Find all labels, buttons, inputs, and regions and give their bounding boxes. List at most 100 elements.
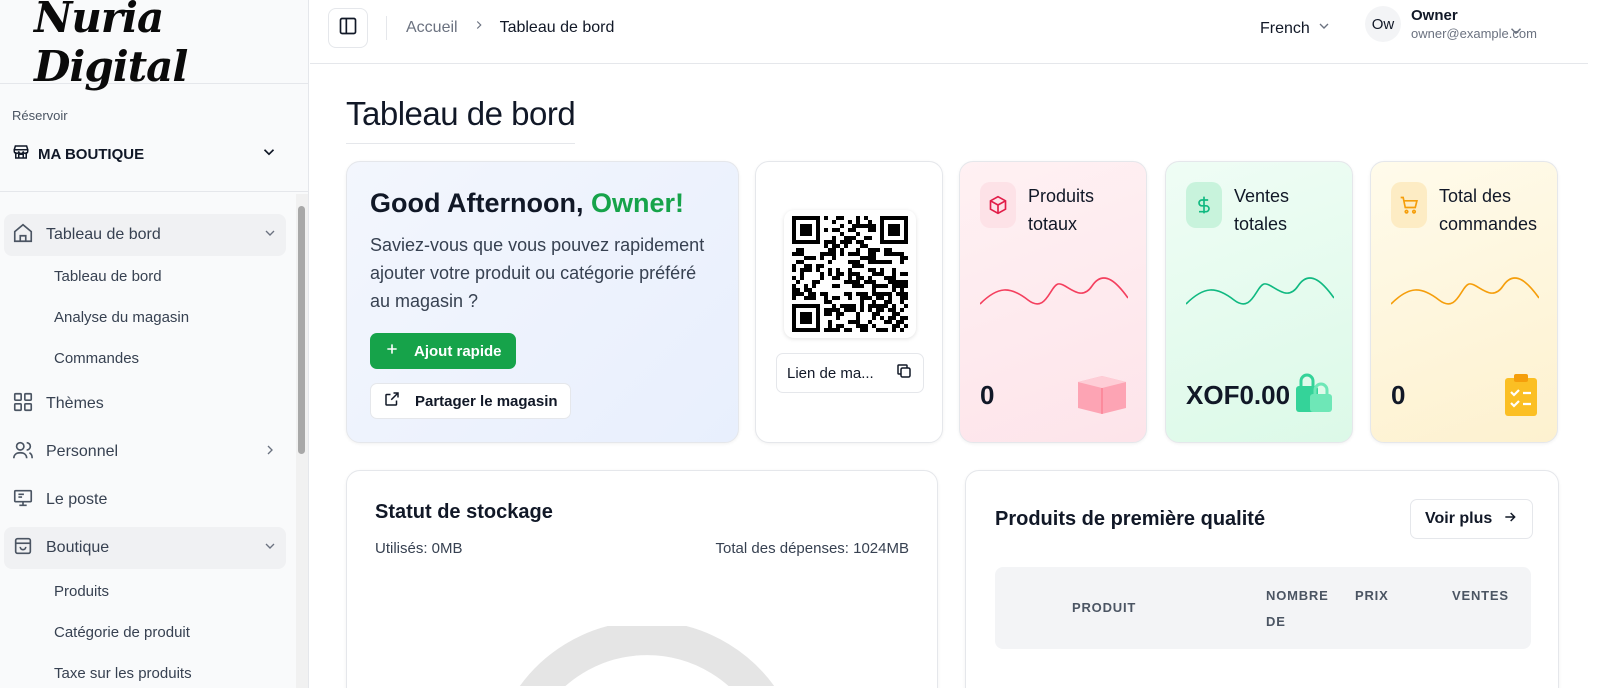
external-link-icon [383, 390, 401, 412]
sidebar-item-label: Le poste [46, 491, 108, 508]
cube-icon [980, 182, 1016, 228]
stat-card-total-products: Produits totaux 0 [959, 161, 1147, 443]
sidebar-subitem-dashboard[interactable]: Tableau de bord [0, 256, 296, 297]
column-header-quantity: NOMBRE DE [1266, 588, 1329, 629]
greeting-text: Good Afternoon, [370, 188, 584, 218]
stat-label: Ventes totales [1234, 186, 1290, 234]
panel-left-icon [338, 16, 358, 41]
sidebar-item-label: Thèmes [46, 395, 104, 412]
shopping-bags-icon [1294, 372, 1334, 419]
column-header-product: PRODUIT [1072, 600, 1137, 615]
sidebar-item-label: Boutique [46, 539, 110, 556]
home-icon [12, 222, 34, 249]
breadcrumb-current: Tableau de bord [499, 18, 615, 36]
store-dropdown[interactable]: MA BOUTIQUE [12, 143, 296, 166]
breadcrumb: Accueil Tableau de bord [406, 18, 614, 37]
stat-value: 0 [1391, 380, 1406, 410]
qr-card: Lien de ma... [755, 161, 943, 443]
shop-icon [12, 535, 34, 562]
sidebar-item-shop[interactable]: Boutique [4, 527, 286, 569]
column-header-sales: VENTES [1452, 588, 1509, 603]
page-title: Tableau de bord [346, 95, 576, 144]
chevron-down-icon [1316, 18, 1332, 39]
sidebar-subitem-orders[interactable]: Commandes [0, 338, 296, 379]
quick-add-button[interactable]: Ajout rapide [370, 333, 516, 369]
sparkline [1391, 277, 1539, 305]
storage-gauge [519, 626, 775, 686]
sidebar-item-label: Tableau de bord [46, 226, 161, 243]
greeting-name: Owner! [590, 188, 684, 218]
avatar: Ow [1365, 6, 1401, 42]
grid-icon [12, 391, 34, 418]
qr-code [784, 210, 916, 338]
sidebar-nav: Tableau de bord Tableau de bord Analyse … [0, 194, 296, 688]
language-label: French [1260, 19, 1310, 37]
premium-products-card: Produits de première qualité Voir plus P… [965, 470, 1559, 688]
pos-terminal-icon [12, 487, 34, 514]
chevron-right-icon [262, 442, 278, 463]
quick-add-label: Ajout rapide [414, 342, 502, 360]
column-header-price: PRIX [1355, 588, 1389, 603]
stat-card-total-sales: Ventes totales XOF0.00 [1165, 161, 1353, 443]
cart-icon [1391, 182, 1427, 228]
sparkline [980, 277, 1128, 305]
chevron-down-icon [260, 143, 278, 166]
sidebar-item-pos[interactable]: Le poste [4, 479, 286, 521]
logo[interactable]: Nuria Digital [0, 0, 308, 91]
topbar: Accueil Tableau de bord French Ow Owner … [310, 0, 1600, 64]
store-link-label: Lien de ma... [787, 364, 874, 382]
sidebar-item-label: Personnel [46, 443, 119, 460]
stat-value: 0 [980, 380, 995, 410]
see-more-label: Voir plus [1425, 510, 1493, 527]
arrow-right-icon [1502, 509, 1518, 530]
page-scrollbar[interactable] [1588, 0, 1600, 688]
logo-text: Nuria Digital [34, 0, 188, 91]
store-icon [12, 143, 30, 166]
sidebar-toggle-button[interactable] [328, 8, 368, 48]
chevron-down-icon[interactable] [1507, 22, 1525, 45]
see-more-button[interactable]: Voir plus [1410, 499, 1534, 539]
stat-label: Total des commandes [1439, 186, 1538, 234]
products-title: Produits de première qualité [995, 508, 1266, 530]
stat-label: Produits totaux [1028, 186, 1095, 234]
sidebar-item-themes[interactable]: Thèmes [4, 383, 286, 425]
sidebar-subitem-products[interactable]: Produits [0, 571, 296, 612]
storage-used: Utilisés: 0MB [375, 540, 463, 557]
plus-icon [384, 341, 400, 361]
divider [386, 16, 387, 40]
stat-value: XOF0.00 [1186, 380, 1291, 410]
sidebar-subitem-store-analysis[interactable]: Analyse du magasin [0, 297, 296, 338]
language-selector[interactable]: French [1260, 18, 1332, 39]
sidebar-subitem-product-tax[interactable]: Taxe sur les produits [0, 653, 296, 688]
chevron-down-icon [262, 225, 278, 246]
storage-status-card: Statut de stockage Utilisés: 0MB Total d… [346, 470, 938, 688]
sidebar-subitem-product-category[interactable]: Catégorie de produit [0, 612, 296, 653]
dollar-icon [1186, 182, 1222, 228]
storage-total: Total des dépenses: 1024MB [715, 540, 909, 557]
store-caption: Réservoir [12, 108, 68, 123]
chevron-right-icon [472, 18, 486, 37]
greeting: Good Afternoon, Owner! [370, 188, 715, 219]
share-store-button[interactable]: Partager le magasin [370, 383, 571, 419]
store-selector: Réservoir MA BOUTIQUE [0, 84, 308, 192]
sidebar-scrollbar-thumb[interactable] [298, 206, 305, 454]
store-name: MA BOUTIQUE [38, 146, 145, 163]
welcome-text: Saviez-vous que vous pouvez rapidement a… [370, 235, 705, 311]
sidebar-item-dashboard[interactable]: Tableau de bord [4, 214, 286, 256]
share-store-label: Partager le magasin [415, 392, 558, 410]
table-header: PRODUIT NOMBRE DE PRIX VENTES [995, 567, 1531, 649]
qr-code-image [792, 216, 908, 332]
chevron-down-icon [262, 538, 278, 559]
sparkline [1186, 277, 1334, 305]
sidebar: Nuria Digital Réservoir MA BOUTIQUE Tabl… [0, 0, 309, 688]
box-icon [1076, 372, 1128, 419]
users-icon [12, 439, 34, 466]
sidebar-item-staff[interactable]: Personnel [4, 431, 286, 473]
store-link-field[interactable]: Lien de ma... [776, 353, 924, 393]
storage-title: Statut de stockage [375, 501, 553, 523]
welcome-card: Good Afternoon, Owner! Saviez-vous que v… [346, 161, 739, 443]
stat-card-total-orders: Total des commandes 0 [1370, 161, 1558, 443]
clipboard-check-icon [1503, 372, 1539, 421]
breadcrumb-home-link[interactable]: Accueil [406, 19, 458, 37]
copy-icon[interactable] [895, 362, 913, 384]
